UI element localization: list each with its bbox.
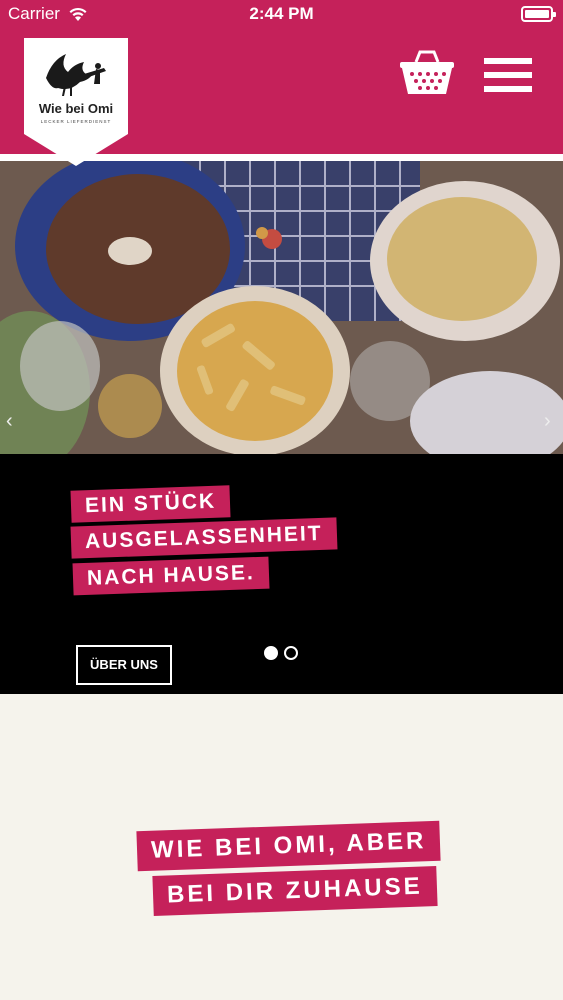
logo-title: Wie bei Omi (38, 101, 114, 116)
logo-subtitle: LECKER LIEFERDIENST (40, 119, 112, 124)
battery-icon (521, 6, 556, 22)
carousel-next-arrow[interactable]: › (544, 410, 551, 433)
brand-logo[interactable]: Wie bei Omi LECKER LIEFERDIENST (24, 38, 128, 166)
clock: 2:44 PM (249, 4, 314, 23)
pagination-dot-active[interactable] (264, 646, 278, 660)
slide-headline-line-3: NACH HAUSE. (72, 556, 270, 596)
slide-headline-line-1: EIN STÜCK (70, 485, 231, 523)
basket-icon[interactable] (398, 50, 456, 96)
carousel-prev-arrow[interactable]: ‹ (6, 410, 13, 433)
hero-food-photo (0, 161, 563, 454)
pagination-dot[interactable] (284, 646, 298, 660)
status-bar: Carrier 2:44 PM (0, 0, 563, 30)
about-us-button[interactable]: ÜBER UNS (76, 645, 172, 685)
hamburger-menu-icon[interactable] (484, 56, 534, 96)
